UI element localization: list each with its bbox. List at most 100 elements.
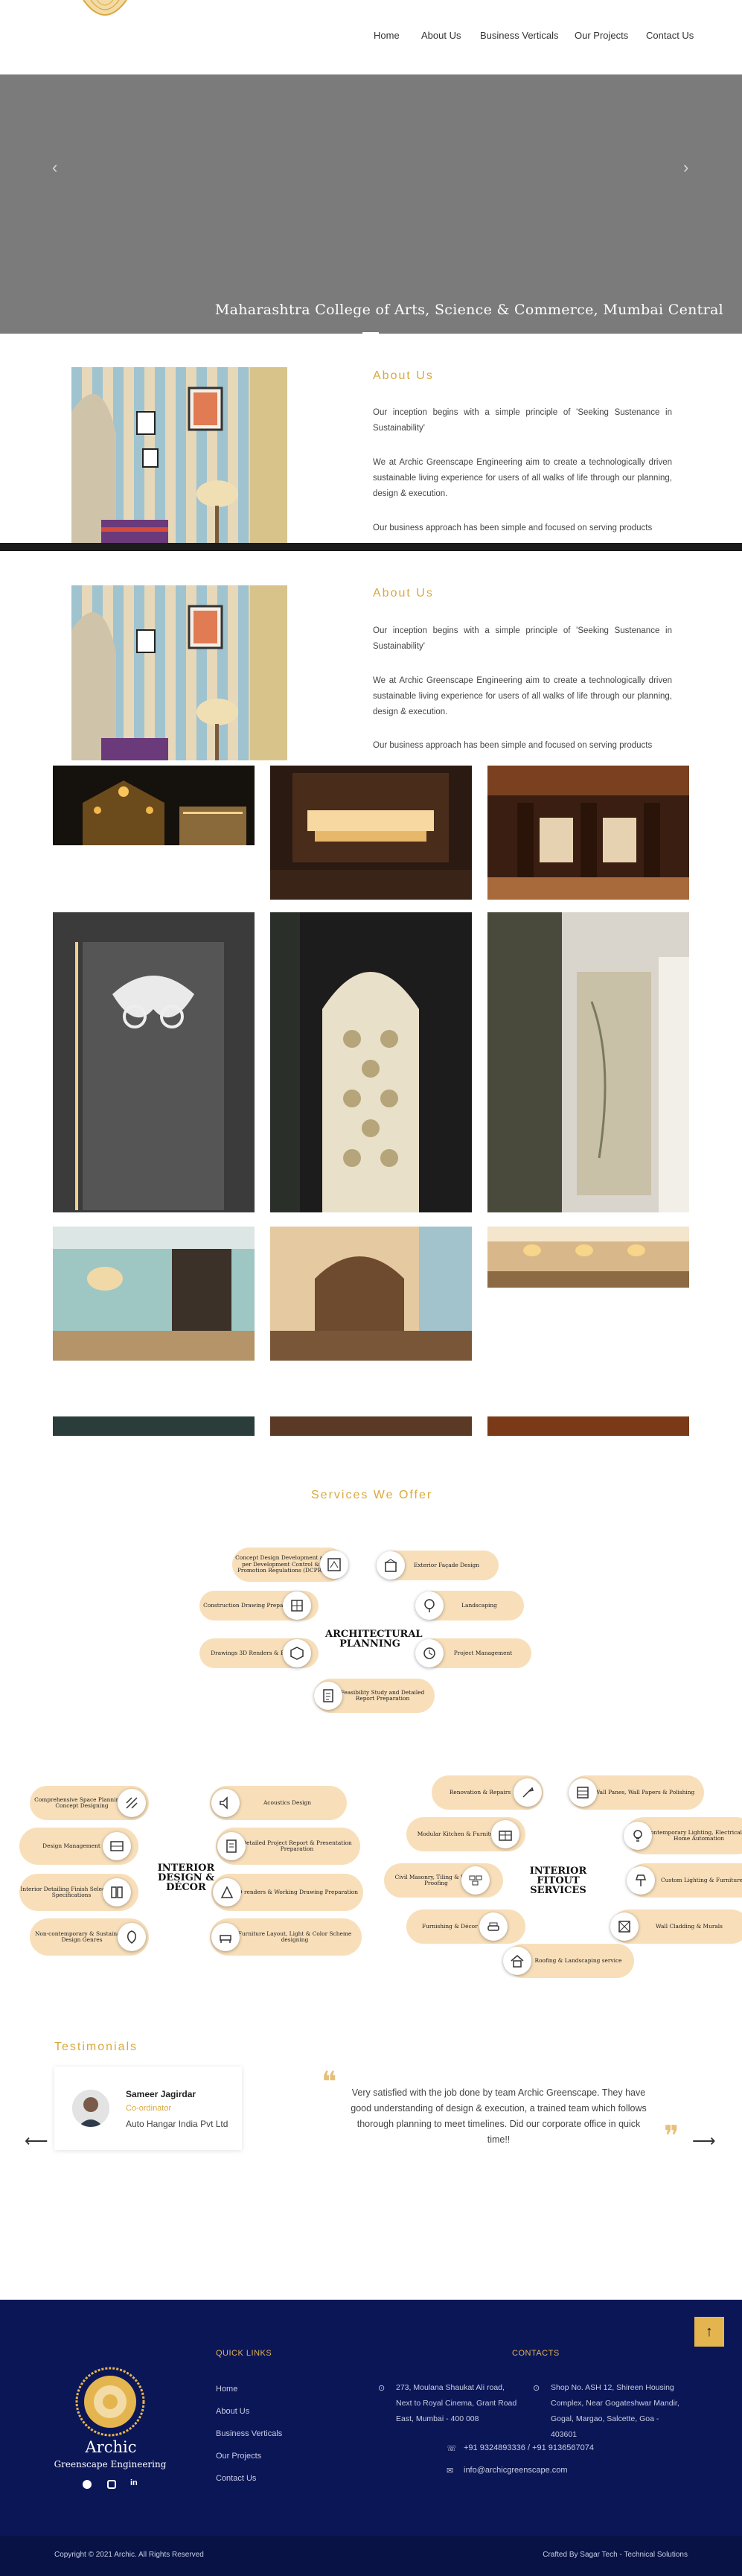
about-photo (71, 367, 287, 546)
instagram-icon[interactable] (107, 2480, 116, 2489)
about-paragraph-3: Our business approach has been simple an… (373, 524, 653, 532)
modular-kitchen-icon (491, 1820, 519, 1848)
custom-lighting-icon (627, 1866, 655, 1895)
copyright-text: Copyright © 2021 Archic. All Rights Rese… (54, 2551, 204, 2559)
site-header: Home About Us Business Verticals Our Pro… (0, 0, 742, 74)
location-pin-icon: ⊙ (378, 2384, 386, 2393)
about-paragraph-3-repeat: Our business approach has been simple an… (373, 741, 653, 750)
wall-cladding-icon (610, 1912, 639, 1941)
interior-design-diagram: Comprehensive Space Planning & Concept D… (15, 1780, 363, 1974)
footer-phone[interactable]: +91 9324893336 / +91 9136567074 (464, 2443, 594, 2452)
linkedin-icon[interactable]: in (130, 2478, 138, 2487)
render-3d-icon (283, 1639, 311, 1667)
footer-email[interactable]: info@archicgreenscape.com (464, 2466, 568, 2475)
gallery-photo-1[interactable] (53, 766, 255, 845)
finish-selection-icon (103, 1878, 131, 1906)
gallery-photo-12[interactable] (487, 1416, 689, 1436)
site-logo-icon[interactable] (80, 0, 129, 25)
location-pin-icon-2: ⊙ (533, 2384, 540, 2393)
phone-icon: ☏ (447, 2444, 457, 2453)
testimonial-name: Sameer Jagirdar (126, 2089, 196, 2099)
furniture-layout-icon (211, 1923, 240, 1951)
gallery-photo-5[interactable] (270, 912, 472, 1212)
site-footer: ↑ Archic Greenscape Engineering in QUICK… (0, 2300, 742, 2576)
close-quote-icon: ❞ (664, 2121, 679, 2152)
testimonial-company: Auto Hangar India Pvt Ltd (126, 2119, 228, 2129)
about-paragraph-2-repeat: We at Archic Greenscape Engineering aim … (373, 676, 672, 716)
about-paragraph-2: We at Archic Greenscape Engineering aim … (373, 458, 672, 498)
about-title: About Us (373, 369, 434, 382)
nav-home[interactable]: Home (374, 30, 400, 41)
working-drawing-icon (213, 1878, 241, 1906)
quick-links-title: QUICK LINKS (216, 2349, 272, 2358)
testimonials-title: Testimonials (54, 2041, 138, 2053)
space-planning-icon (118, 1789, 146, 1817)
contacts-title: CONTACTS (512, 2349, 560, 2358)
gallery-photo-11[interactable] (270, 1416, 472, 1436)
email-icon: ✉ (447, 2467, 454, 2475)
hero-slider (0, 74, 742, 334)
footer-link-about-us[interactable]: About Us (216, 2407, 249, 2416)
interior-fitout-diagram: Renovation & Repairs Wall Panes, Wall Pa… (380, 1772, 742, 1981)
gallery-photo-3[interactable] (487, 766, 689, 900)
footer-address-goa: Shop No. ASH 12, Shireen Housing Complex… (551, 2383, 679, 2439)
services-title: Services We Offer (311, 1489, 433, 1501)
landscaping-icon (415, 1591, 444, 1620)
scroll-top-button[interactable]: ↑ (694, 2317, 724, 2347)
gallery-photo-4[interactable] (53, 912, 255, 1212)
testimonial-role: Co-ordinator (126, 2104, 172, 2113)
gallery-photo-10[interactable] (53, 1416, 255, 1436)
renovation-icon (514, 1778, 542, 1807)
svc-fitout-item-7: Furnishing & Décor Items (406, 1909, 525, 1944)
copyright-bar: Copyright © 2021 Archic. All Rights Rese… (0, 2536, 742, 2576)
testimonial-quote: Very satisfied with the job done by team… (351, 2087, 647, 2145)
about-photo-repeat (71, 585, 287, 760)
nav-business-verticals[interactable]: Business Verticals (480, 30, 559, 41)
hero-caption-underline (362, 332, 379, 334)
footer-link-business-verticals[interactable]: Business Verticals (216, 2429, 282, 2438)
footer-link-our-projects[interactable]: Our Projects (216, 2452, 261, 2461)
hero-caption: Maharashtra College of Arts, Science & C… (214, 302, 723, 318)
wall-paper-icon (569, 1778, 597, 1807)
roofing-landscaping-icon (503, 1947, 531, 1975)
gallery-photo-6[interactable] (487, 912, 689, 1212)
feasibility-report-icon (314, 1682, 342, 1710)
about-title-repeat: About Us (373, 587, 434, 600)
nav-contact-us[interactable]: Contact Us (646, 30, 694, 41)
architectural-planning-title: ARCHITECTURAL PLANNING (325, 1629, 423, 1650)
gallery-photo-2[interactable] (270, 766, 472, 900)
crafted-by-link[interactable]: Crafted By Sagar Tech - Technical Soluti… (543, 2551, 688, 2559)
masonry-tiling-icon (461, 1866, 490, 1895)
footer-address-mumbai: 273, Moulana Shaukat Ali road, Next to R… (396, 2383, 517, 2423)
interior-fitout-title: INTERIOR FITOUT SERVICES (529, 1866, 587, 1896)
project-management-icon (415, 1639, 444, 1667)
footer-brand-subtitle: Greenscape Engineering (54, 2459, 167, 2470)
nav-about-us[interactable]: About Us (421, 30, 461, 41)
footer-brand-name: Archic (85, 2438, 137, 2456)
architectural-planning-diagram: Concept Design Development as per Develo… (195, 1542, 552, 1724)
nav-our-projects[interactable]: Our Projects (575, 30, 628, 41)
testimonial-prev-arrow-icon[interactable]: ⟵ (25, 2131, 48, 2151)
testimonial-next-arrow-icon[interactable]: ⟶ (692, 2131, 716, 2151)
about-paragraph-1: Our inception begins with a simple princ… (373, 408, 672, 433)
hero-prev-arrow-icon[interactable]: ‹ (52, 158, 57, 177)
detailed-report-icon (217, 1832, 246, 1860)
gallery-photo-8[interactable] (270, 1227, 472, 1361)
blueprint-icon (320, 1551, 348, 1579)
gallery-photo-7[interactable] (53, 1227, 255, 1361)
open-quote-icon: ❝ (322, 2067, 337, 2098)
footer-link-contact-us[interactable]: Contact Us (216, 2474, 256, 2483)
testimonial-card: Sameer Jagirdar Co-ordinator Auto Hangar… (54, 2067, 242, 2150)
facebook-icon[interactable] (83, 2480, 92, 2489)
gallery-photo-9[interactable] (487, 1227, 689, 1288)
avatar (72, 2090, 109, 2127)
lighting-automation-icon (624, 1822, 652, 1850)
sustainable-design-icon (118, 1923, 146, 1951)
section-divider-strip (0, 543, 742, 551)
footer-link-home[interactable]: Home (216, 2385, 237, 2394)
construction-drawing-icon (283, 1591, 311, 1620)
acoustics-icon (211, 1789, 240, 1817)
furnishing-decor-icon (479, 1912, 508, 1941)
design-management-icon (103, 1832, 131, 1860)
hero-next-arrow-icon[interactable]: › (683, 158, 688, 177)
